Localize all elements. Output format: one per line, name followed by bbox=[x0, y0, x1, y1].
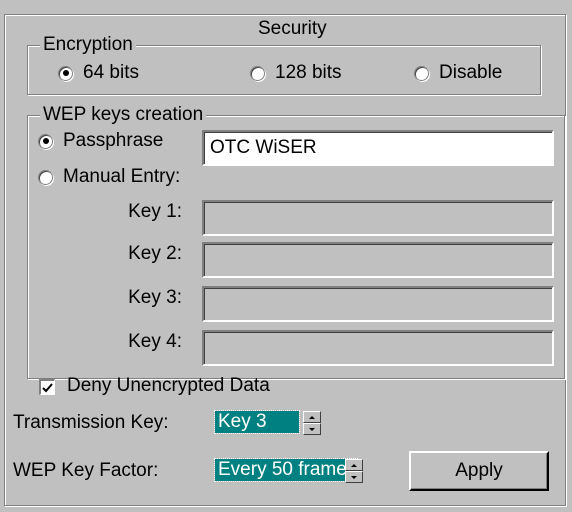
key2-input[interactable] bbox=[202, 242, 554, 278]
radio-manual-entry[interactable]: Manual Entry: bbox=[38, 166, 180, 188]
passphrase-value: OTC WiSER bbox=[210, 137, 317, 158]
deny-unencrypted-checkbox[interactable] bbox=[39, 379, 55, 395]
arrow-down-icon bbox=[309, 427, 315, 431]
transmission-key-label: Transmission Key: bbox=[13, 412, 169, 433]
wep-key-factor-label: WEP Key Factor: bbox=[13, 460, 159, 481]
radio-dot-icon bbox=[62, 70, 69, 76]
radio-passphrase[interactable]: Passphrase bbox=[38, 130, 163, 152]
passphrase-input[interactable]: OTC WiSER bbox=[202, 130, 554, 166]
arrow-up-icon bbox=[309, 415, 315, 419]
passphrase-label: Passphrase bbox=[63, 130, 164, 151]
radio-disable-label: Disable bbox=[439, 62, 503, 83]
key4-input[interactable] bbox=[202, 330, 554, 366]
transmission-key-select[interactable]: Key 3 bbox=[214, 410, 300, 434]
radio-button-icon bbox=[38, 169, 53, 185]
radio-64-bits[interactable]: 64 bits bbox=[58, 62, 139, 84]
security-title: Security bbox=[254, 17, 331, 41]
wep-key-factor-spinner[interactable] bbox=[345, 459, 363, 483]
wep-keys-caption: WEP keys creation bbox=[40, 103, 207, 127]
arrow-down-icon bbox=[351, 475, 357, 479]
radio-button-icon bbox=[38, 133, 53, 149]
radio-128-bits-label: 128 bits bbox=[275, 62, 342, 83]
radio-dot-icon bbox=[42, 138, 49, 144]
encryption-caption: Encryption bbox=[40, 33, 136, 57]
radio-button-icon bbox=[250, 65, 265, 81]
checkmark-icon bbox=[42, 382, 53, 392]
spin-down-button[interactable] bbox=[303, 423, 321, 435]
radio-128-bits[interactable]: 128 bits bbox=[250, 62, 342, 84]
key1-label: Key 1: bbox=[128, 201, 182, 222]
key3-label: Key 3: bbox=[128, 287, 182, 308]
transmission-key-spinner[interactable] bbox=[303, 411, 321, 435]
wep-keys-group: WEP keys creation Passphrase OTC WiSER M… bbox=[27, 103, 565, 379]
wep-key-factor-select[interactable]: Every 50 frames bbox=[214, 458, 358, 482]
apply-button[interactable]: Apply bbox=[409, 451, 549, 491]
key4-label: Key 4: bbox=[128, 331, 182, 352]
encryption-group: Encryption 64 bits 128 bits Disable bbox=[27, 33, 541, 95]
security-group: Security Encryption 64 bits 128 bits Dis… bbox=[4, 14, 566, 506]
key1-input[interactable] bbox=[202, 200, 554, 236]
radio-button-icon bbox=[58, 65, 73, 81]
radio-disable[interactable]: Disable bbox=[414, 62, 502, 84]
apply-button-label: Apply bbox=[455, 460, 503, 481]
radio-button-icon bbox=[414, 65, 429, 81]
manual-entry-label: Manual Entry: bbox=[63, 166, 181, 187]
security-panel: Security Encryption 64 bits 128 bits Dis… bbox=[0, 0, 572, 512]
spin-up-button[interactable] bbox=[303, 411, 321, 423]
deny-unencrypted-label: Deny Unencrypted Data bbox=[67, 375, 270, 396]
arrow-up-icon bbox=[351, 463, 357, 467]
spin-down-button[interactable] bbox=[345, 471, 363, 483]
spin-up-button[interactable] bbox=[345, 459, 363, 471]
key3-input[interactable] bbox=[202, 286, 554, 322]
key2-label: Key 2: bbox=[128, 243, 182, 264]
radio-64-bits-label: 64 bits bbox=[83, 62, 139, 83]
